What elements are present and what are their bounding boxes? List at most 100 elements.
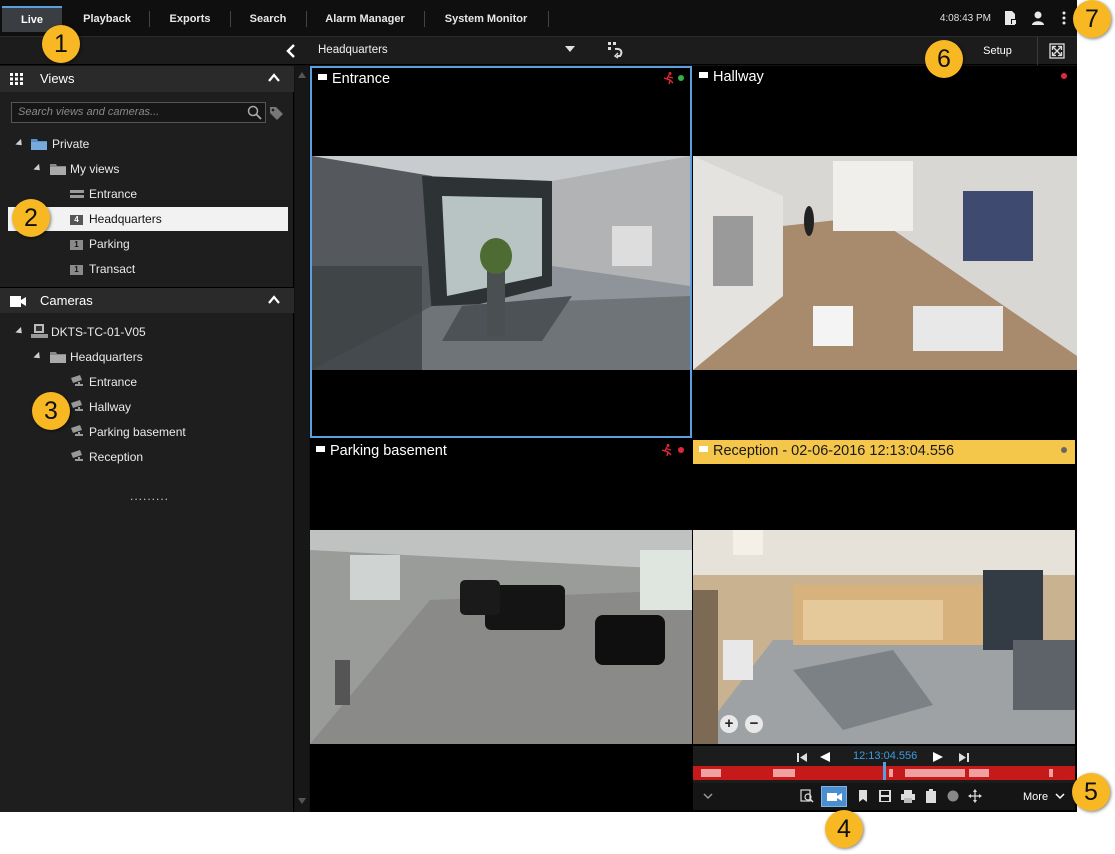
expand-arrow-icon[interactable]	[15, 138, 25, 149]
view-item-label: Parking	[89, 237, 130, 251]
play-forward-icon[interactable]	[933, 752, 943, 762]
copy-to-clipboard-icon[interactable]	[924, 789, 938, 803]
save-icon[interactable]	[878, 789, 892, 803]
camera-item-parking-basement[interactable]: Parking basement	[89, 421, 186, 443]
camera-feed-reception	[693, 530, 1075, 744]
folder-icon	[31, 139, 47, 150]
sidebar-panel: Views Search views and cameras... Privat…	[0, 66, 294, 812]
playback-controls: 12:13:04.556 More	[693, 746, 1075, 810]
playback-timeline[interactable]	[693, 762, 1075, 780]
scroll-down-arrow-icon[interactable]	[298, 798, 306, 804]
zoom-in-button[interactable]: +	[720, 715, 738, 733]
tree-item-private[interactable]: Private	[52, 133, 89, 155]
expand-arrow-icon[interactable]	[33, 163, 43, 174]
cameras-section-header[interactable]: Cameras	[0, 287, 294, 313]
previous-sequence-icon[interactable]	[797, 753, 809, 762]
independent-playback-button[interactable]	[821, 786, 847, 807]
print-icon[interactable]	[901, 789, 915, 803]
tag-filter-icon[interactable]	[269, 106, 285, 121]
chevron-down-icon[interactable]	[703, 793, 713, 800]
record-icon[interactable]	[946, 789, 960, 803]
camera-tile-reception[interactable]: Reception - 02-06-2016 12:13:04.556 + −	[693, 440, 1077, 812]
single-view-layout-icon	[70, 190, 84, 198]
zoom-out-button[interactable]: −	[745, 715, 763, 733]
expand-arrow-icon[interactable]	[15, 326, 25, 337]
camera-title: Hallway	[713, 69, 764, 85]
bookmark-icon[interactable]	[856, 789, 870, 803]
callout-badge: 1	[42, 25, 80, 63]
view-layout-badge: 4	[70, 214, 83, 225]
playback-time: 12:13:04.556	[853, 750, 918, 762]
views-section-header[interactable]: Views	[0, 66, 294, 92]
chevron-up-icon[interactable]	[268, 294, 280, 306]
view-item-headquarters-label: 4 Headquarters	[70, 208, 162, 230]
video-camera-icon	[827, 793, 842, 801]
camera-icon	[699, 72, 708, 78]
tab-separator	[149, 11, 150, 27]
next-sequence-icon[interactable]	[957, 753, 969, 762]
view-scrollbar[interactable]	[295, 66, 309, 812]
tree-item-camera-group[interactable]: Headquarters	[70, 346, 143, 368]
camera-tile-entrance[interactable]: Entrance	[310, 66, 692, 438]
recording-status-icon	[678, 447, 684, 453]
view-selector-dropdown-icon[interactable]	[565, 46, 575, 52]
camera-feed-hallway	[693, 156, 1077, 370]
timeline-sequence	[969, 769, 989, 777]
tab-exports[interactable]: Exports	[152, 6, 228, 32]
ptz-move-icon[interactable]	[968, 789, 982, 803]
timeline-playhead[interactable]	[883, 762, 886, 780]
tab-search[interactable]: Search	[233, 6, 303, 32]
view-selector[interactable]: Headquarters	[318, 44, 388, 56]
play-reverse-icon[interactable]	[820, 752, 830, 762]
view-item-label: Headquarters	[89, 212, 162, 226]
timeline-sequence	[773, 769, 795, 777]
tab-separator	[230, 11, 231, 27]
motion-icon	[662, 444, 672, 456]
more-menu-button[interactable]: More	[1023, 791, 1048, 803]
callout-badge: 2	[12, 199, 50, 237]
tab-system-monitor[interactable]: System Monitor	[427, 6, 545, 32]
camera-item-hallway[interactable]: Hallway	[89, 396, 131, 418]
callout-badge: 6	[925, 40, 963, 78]
callout-badge: 5	[1072, 773, 1110, 811]
view-layout-badge: 1	[70, 264, 83, 275]
tab-alarm-manager[interactable]: Alarm Manager	[309, 6, 421, 32]
view-item-transact[interactable]: 1 Transact	[70, 258, 135, 280]
fullscreen-icon[interactable]	[1049, 43, 1065, 59]
view-toolbar: Headquarters Setup	[0, 37, 1077, 65]
collapse-panel-chevron-icon[interactable]	[285, 44, 297, 58]
view-item-label: Transact	[89, 262, 136, 276]
tree-item-server[interactable]: DKTS-TC-01-V05	[51, 321, 146, 343]
search-icon[interactable]	[247, 105, 262, 120]
menu-kebab-icon[interactable]	[1056, 10, 1072, 26]
user-icon[interactable]	[1030, 10, 1046, 26]
search-views-input[interactable]: Search views and cameras...	[11, 102, 266, 123]
cameras-section-title: Cameras	[40, 293, 93, 308]
chevron-down-icon[interactable]	[1055, 793, 1065, 800]
server-icon	[31, 324, 48, 338]
view-item-parking[interactable]: 1 Parking	[70, 233, 130, 255]
camera-feed-entrance	[312, 156, 690, 370]
camera-tile-hallway[interactable]: Hallway	[693, 66, 1077, 438]
camera-item-reception[interactable]: Reception	[89, 446, 143, 468]
tree-item-my-views[interactable]: My views	[70, 158, 119, 180]
camera-icon	[10, 296, 26, 307]
expand-arrow-icon[interactable]	[33, 351, 43, 362]
search-camera-icon[interactable]	[800, 789, 814, 803]
timeline-sequence	[889, 769, 893, 777]
camera-item-entrance[interactable]: Entrance	[89, 371, 137, 393]
undo-view-icon[interactable]	[606, 41, 626, 59]
setup-button[interactable]: Setup	[958, 37, 1038, 65]
folder-icon	[50, 352, 66, 363]
application-status-icon[interactable]	[1002, 10, 1018, 26]
status-icon	[1061, 447, 1067, 453]
camera-tile-parking-basement[interactable]: Parking basement	[310, 440, 692, 812]
tab-playback[interactable]: Playback	[68, 6, 146, 32]
camera-toolbar: More	[693, 783, 1075, 810]
motion-icon	[664, 72, 674, 84]
panel-resize-handle[interactable]: .........	[130, 489, 169, 503]
chevron-up-icon[interactable]	[268, 72, 280, 84]
recording-status-icon	[1061, 73, 1067, 79]
scroll-up-arrow-icon[interactable]	[298, 72, 306, 78]
view-item-entrance[interactable]: Entrance	[89, 183, 137, 205]
